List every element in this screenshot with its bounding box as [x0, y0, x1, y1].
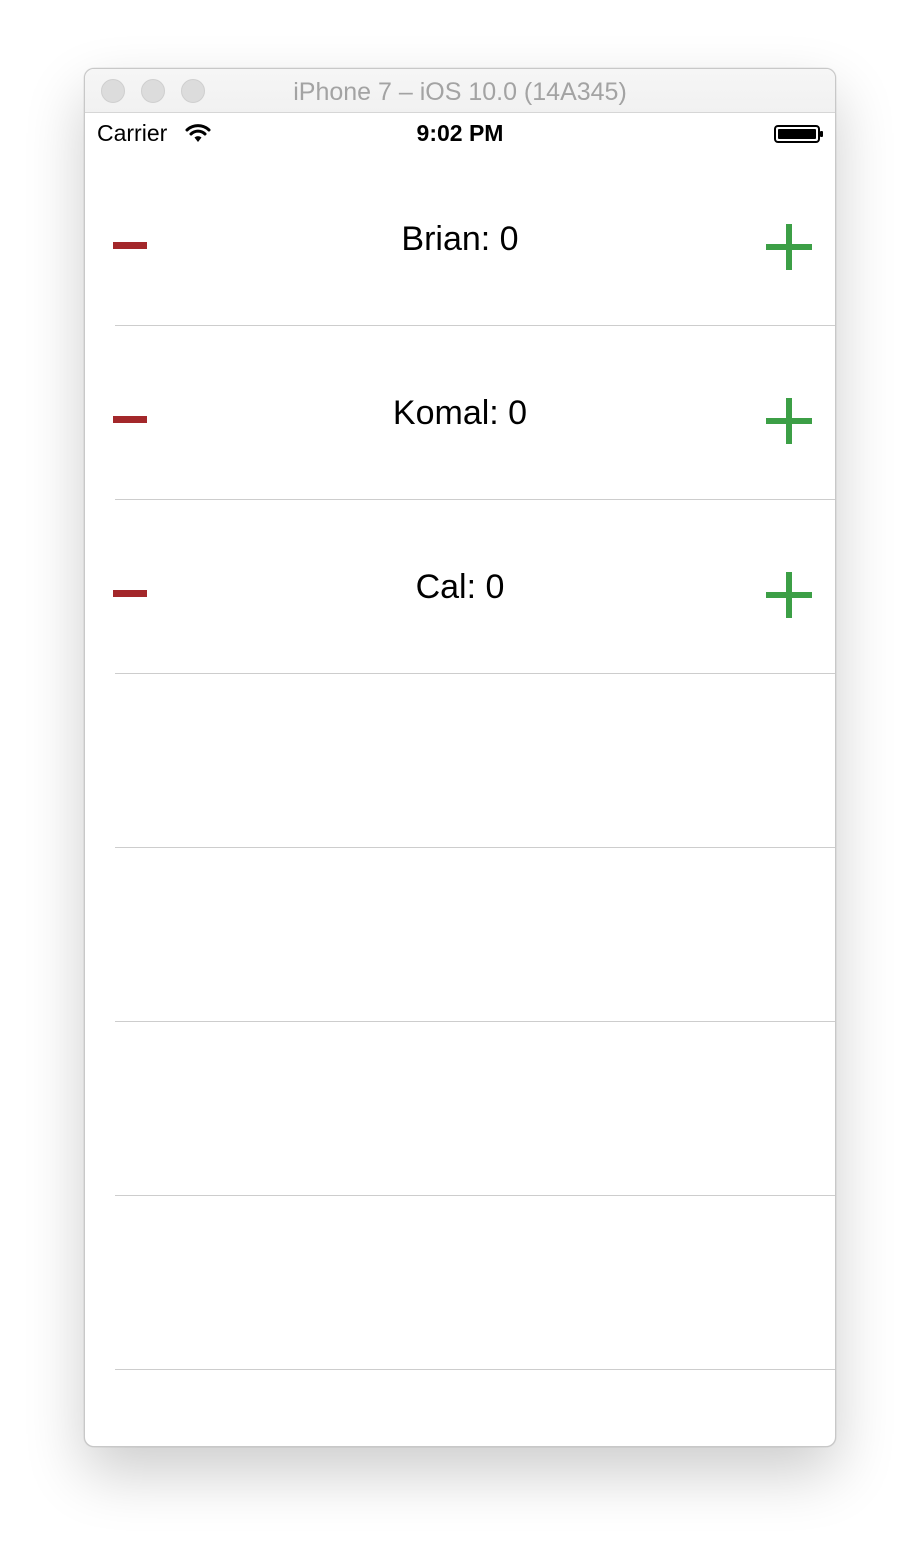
player-row: Brian: 0	[85, 153, 835, 326]
player-score-label: Cal: 0	[415, 568, 505, 606]
empty-row	[85, 1196, 835, 1370]
empty-row	[85, 674, 835, 848]
increment-button[interactable]	[766, 572, 812, 618]
battery-icon	[774, 125, 823, 143]
window-title: iPhone 7 – iOS 10.0 (14A345)	[293, 78, 627, 106]
player-list: Brian: 0 Komal: 0 Cal: 0	[85, 153, 835, 1370]
row-separator	[115, 1369, 835, 1370]
minus-icon	[113, 590, 147, 597]
status-clock: 9:02 PM	[416, 120, 504, 146]
player-score-label: Brian: 0	[401, 220, 519, 258]
minus-icon	[113, 416, 147, 423]
empty-row	[85, 1022, 835, 1196]
player-row: Komal: 0	[85, 326, 835, 500]
decrement-button[interactable]	[113, 568, 147, 618]
minus-icon	[113, 242, 147, 249]
increment-button[interactable]	[766, 224, 812, 270]
ios-status-bar: Carrier 9:02 PM	[85, 113, 835, 153]
decrement-button[interactable]	[113, 394, 147, 444]
window-titlebar: iPhone 7 – iOS 10.0 (14A345)	[85, 69, 835, 113]
empty-row	[85, 848, 835, 1022]
decrement-button[interactable]	[113, 220, 147, 270]
simulator-window: iPhone 7 – iOS 10.0 (14A345) Carrier 9:0…	[84, 68, 836, 1447]
increment-button[interactable]	[766, 398, 812, 444]
player-row: Cal: 0	[85, 500, 835, 674]
player-score-label: Komal: 0	[392, 394, 528, 432]
